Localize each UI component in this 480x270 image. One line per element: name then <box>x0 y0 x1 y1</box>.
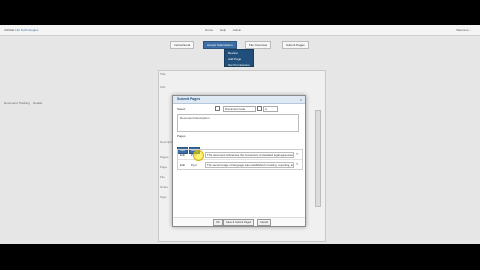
side-label: Pages <box>160 155 169 159</box>
background-scrollbar[interactable] <box>315 110 321 207</box>
app-logo: ANNEE Life Technologies <box>4 28 39 32</box>
select-checkbox[interactable] <box>215 106 220 111</box>
nav-help[interactable]: Help <box>220 28 226 32</box>
tab-submit-pages[interactable]: Submit Pages <box>282 41 309 49</box>
variant-select[interactable]: A <box>263 106 278 112</box>
select-label: Select <box>177 107 186 111</box>
dialog-row-select: Select Document Code A <box>177 106 301 112</box>
side-label: File <box>160 175 165 179</box>
cancel-button[interactable]: Cancel <box>257 219 272 226</box>
left-label-details[interactable]: Details <box>33 101 42 105</box>
side-label: Sub <box>160 85 166 89</box>
row-edit-link[interactable]: Edit <box>180 163 185 167</box>
app-window: ANNEE Life Technologies Home Help Admin … <box>0 25 480 244</box>
row-edit-link[interactable]: Edit <box>180 153 185 157</box>
tab-accept-submission[interactable]: Accept Submission <box>203 41 237 49</box>
description-textarea[interactable]: Document Description <box>177 114 299 132</box>
nav-links: Home Help Admin <box>205 28 247 32</box>
side-label: Title <box>160 72 166 76</box>
row-page: Pg 2 <box>191 163 197 167</box>
submit-pages-dialog: Submit Pages × Select Document Code A Do… <box>172 95 306 227</box>
side-label: Page <box>160 165 168 169</box>
tab-instructional[interactable]: Instructional <box>170 41 195 49</box>
edit-icon[interactable]: ✎ <box>296 162 299 166</box>
option-checkbox[interactable] <box>257 106 262 111</box>
top-bar: ANNEE Life Technologies Home Help Admin … <box>0 25 480 36</box>
row-text-field[interactable]: The second page of language was establis… <box>205 162 294 168</box>
left-label-tracking: Document Tracking <box>4 101 30 105</box>
cursor-highlight-icon <box>193 150 204 161</box>
table-row: Edit Pg 2 The second page of language wa… <box>178 160 302 169</box>
close-icon[interactable]: × <box>300 97 302 102</box>
edit-icon[interactable]: ✎ <box>296 152 299 156</box>
nav-home[interactable]: Home <box>205 28 213 32</box>
dropdown-item-permissions[interactable]: Set Permissions <box>225 62 253 68</box>
document-code-select[interactable]: Document Code <box>223 106 256 112</box>
tab-row: Instructional Accept Submission File Ove… <box>0 41 480 49</box>
row-text-field[interactable]: This document references the conversion … <box>205 152 294 158</box>
dialog-footer: OK Save & Submit Pages Cancel <box>173 217 305 226</box>
side-label: Tags <box>160 195 167 199</box>
nav-admin[interactable]: Admin <box>233 28 242 32</box>
ok-button[interactable]: OK <box>213 219 223 226</box>
save-submit-button[interactable]: Save & Submit Pages <box>223 219 255 226</box>
dialog-title: Submit Pages <box>173 96 305 104</box>
user-info[interactable]: Welcome ... <box>456 28 472 32</box>
side-label: Notes <box>160 185 168 189</box>
screen: ANNEE Life Technologies Home Help Admin … <box>0 0 480 270</box>
tab-file-overview[interactable]: File Overview <box>245 41 272 49</box>
action-dropdown[interactable]: Review Add Page Set Permissions <box>224 49 254 67</box>
